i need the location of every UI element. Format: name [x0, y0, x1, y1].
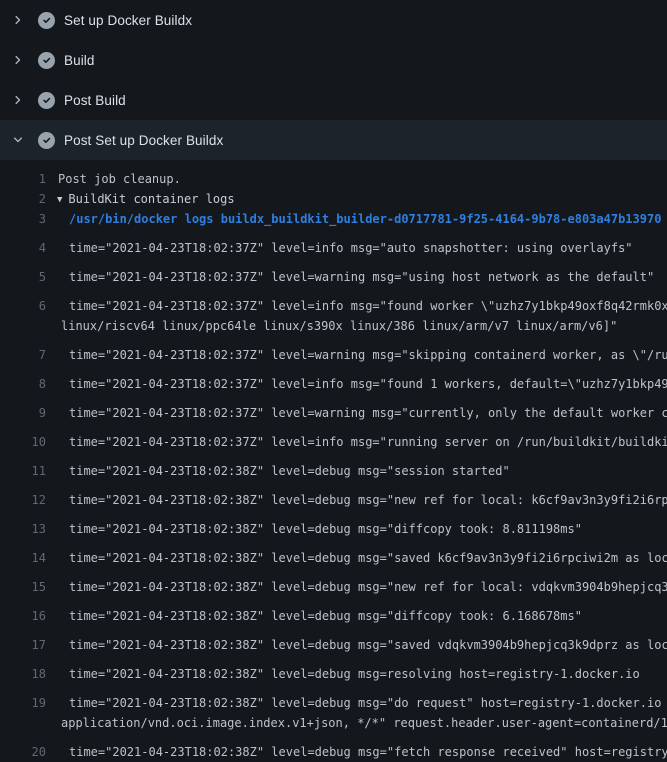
line-number[interactable]: 4: [0, 238, 46, 258]
step-label: Set up Docker Buildx: [64, 13, 192, 28]
step-label: Post Set up Docker Buildx: [64, 133, 223, 148]
log-row: 18 time="2021-04-23T18:02:38Z" level=debu…: [0, 655, 667, 684]
line-number[interactable]: 11: [0, 461, 46, 481]
log-row: application/vnd.oci.image.index.v1+json,…: [0, 713, 667, 733]
line-number[interactable]: 1: [0, 169, 46, 189]
step-label: Build: [64, 53, 95, 68]
log-line-text: time="2021-04-23T18:02:37Z" level=info m…: [69, 374, 667, 394]
line-number[interactable]: 16: [0, 606, 46, 626]
log-line-text: time="2021-04-23T18:02:38Z" level=debug …: [69, 577, 667, 597]
step-header-post-build[interactable]: Post Build: [0, 80, 667, 120]
check-circle-icon: [38, 52, 55, 69]
step-header-set-up-docker-buildx[interactable]: Set up Docker Buildx: [0, 0, 667, 40]
workflow-step-list: Set up Docker Buildx Build Post Build Post …: [0, 0, 667, 160]
log-group-toggle[interactable]: ▼ BuildKit container logs: [57, 189, 235, 209]
step-log-output: 1 Post job cleanup. 2 ▼ BuildKit container l…: [0, 160, 667, 762]
line-number[interactable]: 8: [0, 374, 46, 394]
log-line-text: time="2021-04-23T18:02:38Z" level=debug …: [69, 490, 667, 510]
log-row: 2 ▼ BuildKit container logs: [0, 189, 667, 209]
log-line-text: time="2021-04-23T18:02:37Z" level=info m…: [69, 296, 667, 316]
log-row: 6 time="2021-04-23T18:02:37Z" level=info …: [0, 287, 667, 316]
line-number[interactable]: 10: [0, 432, 46, 452]
log-group-title: BuildKit container logs: [68, 192, 234, 206]
check-circle-icon: [38, 92, 55, 109]
log-row: linux/riscv64 linux/ppc64le linux/s390x …: [0, 316, 667, 336]
log-line-text: time="2021-04-23T18:02:38Z" level=debug …: [69, 548, 667, 568]
step-header-build[interactable]: Build: [0, 40, 667, 80]
line-number[interactable]: 13: [0, 519, 46, 539]
log-row: 8 time="2021-04-23T18:02:37Z" level=info …: [0, 365, 667, 394]
log-row: 1 Post job cleanup.: [0, 169, 667, 189]
log-row: 11 time="2021-04-23T18:02:38Z" level=debu…: [0, 452, 667, 481]
log-line-text: time="2021-04-23T18:02:38Z" level=debug …: [69, 693, 667, 713]
group-collapse-icon: ▼: [57, 190, 62, 209]
chevron-right-icon: [12, 94, 24, 106]
log-line-text: linux/riscv64 linux/ppc64le linux/s390x …: [61, 316, 617, 336]
log-row: 9 time="2021-04-23T18:02:37Z" level=warni…: [0, 394, 667, 423]
line-number[interactable]: 17: [0, 635, 46, 655]
log-row: 7 time="2021-04-23T18:02:37Z" level=warni…: [0, 336, 667, 365]
log-row: 19 time="2021-04-23T18:02:38Z" level=debu…: [0, 684, 667, 713]
line-number[interactable]: 9: [0, 403, 46, 423]
log-line-text: time="2021-04-23T18:02:38Z" level=debug …: [69, 461, 510, 481]
log-line-text: time="2021-04-23T18:02:38Z" level=debug …: [69, 742, 667, 762]
log-row: 16 time="2021-04-23T18:02:38Z" level=debu…: [0, 597, 667, 626]
step-header-post-set-up-docker-buildx[interactable]: Post Set up Docker Buildx: [0, 120, 667, 160]
log-line-text: time="2021-04-23T18:02:37Z" level=warnin…: [69, 345, 667, 365]
step-label: Post Build: [64, 93, 126, 108]
line-number[interactable]: 12: [0, 490, 46, 510]
log-row: 5 time="2021-04-23T18:02:37Z" level=warni…: [0, 258, 667, 287]
chevron-down-icon: [12, 134, 24, 146]
log-row: 3/usr/bin/docker logs buildx_buildkit_bu…: [0, 209, 667, 229]
line-number[interactable]: 20: [0, 742, 46, 762]
log-line-text: time="2021-04-23T18:02:38Z" level=debug …: [69, 606, 582, 626]
chevron-right-icon: [12, 14, 24, 26]
log-line-text: time="2021-04-23T18:02:38Z" level=debug …: [69, 519, 582, 539]
line-number[interactable]: 15: [0, 577, 46, 597]
line-number[interactable]: 14: [0, 548, 46, 568]
line-number[interactable]: 6: [0, 296, 46, 316]
log-line-text: Post job cleanup.: [58, 169, 181, 189]
log-row: 4 time="2021-04-23T18:02:37Z" level=info …: [0, 229, 667, 258]
line-number[interactable]: 3: [0, 209, 46, 229]
log-line-text: time="2021-04-23T18:02:37Z" level=warnin…: [69, 267, 654, 287]
log-row: 12 time="2021-04-23T18:02:38Z" level=debu…: [0, 481, 667, 510]
log-row: 17 time="2021-04-23T18:02:38Z" level=debu…: [0, 626, 667, 655]
chevron-right-icon: [12, 54, 24, 66]
line-number[interactable]: 5: [0, 267, 46, 287]
log-row: 10 time="2021-04-23T18:02:37Z" level=info…: [0, 423, 667, 452]
log-row: 15 time="2021-04-23T18:02:38Z" level=debu…: [0, 568, 667, 597]
log-line-text: time="2021-04-23T18:02:38Z" level=debug …: [69, 635, 667, 655]
log-line-text: time="2021-04-23T18:02:37Z" level=info m…: [69, 238, 633, 258]
line-number[interactable]: 2: [0, 189, 46, 209]
check-circle-icon: [38, 12, 55, 29]
log-command-text: /usr/bin/docker logs buildx_buildkit_bui…: [69, 209, 661, 229]
line-number[interactable]: 19: [0, 693, 46, 713]
log-row: 14 time="2021-04-23T18:02:38Z" level=debu…: [0, 539, 667, 568]
log-row: 20 time="2021-04-23T18:02:38Z" level=debu…: [0, 733, 667, 762]
check-circle-icon: [38, 132, 55, 149]
log-line-text: time="2021-04-23T18:02:37Z" level=warnin…: [69, 403, 667, 423]
line-number[interactable]: 7: [0, 345, 46, 365]
log-line-text: time="2021-04-23T18:02:38Z" level=debug …: [69, 664, 640, 684]
log-line-text: application/vnd.oci.image.index.v1+json,…: [61, 713, 667, 733]
log-row: 13 time="2021-04-23T18:02:38Z" level=debu…: [0, 510, 667, 539]
line-number[interactable]: 18: [0, 664, 46, 684]
log-line-text: time="2021-04-23T18:02:37Z" level=info m…: [69, 432, 667, 452]
